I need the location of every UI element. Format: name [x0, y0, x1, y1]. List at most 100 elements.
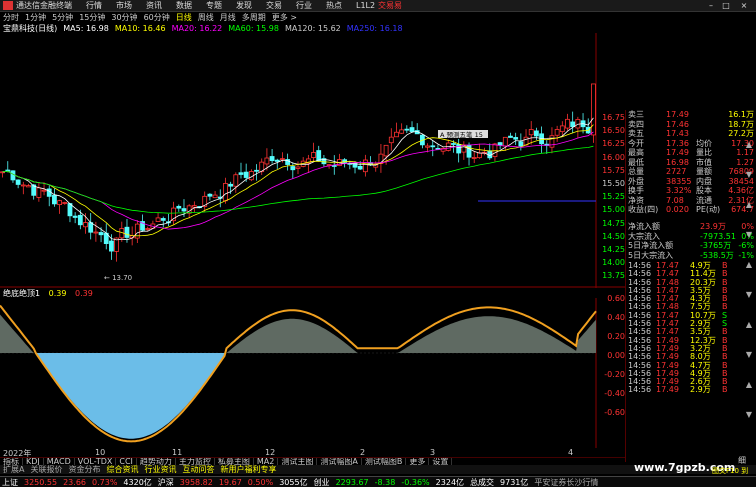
extension-tab[interactable]: 行业资讯	[141, 465, 179, 474]
broker-link[interactable]: 平安证券长沙行情	[534, 477, 598, 487]
scroll-down-icon[interactable]: ▼	[742, 170, 756, 179]
candlestick-series	[0, 83, 596, 262]
indicator-tab[interactable]: MACD	[44, 458, 75, 465]
quote-price: 0.020	[666, 205, 689, 214]
index-label[interactable]: 上证	[2, 477, 18, 487]
extension-tab[interactable]: 扩展A	[0, 465, 27, 474]
indicator-tab[interactable]: 测试幅图B	[362, 458, 407, 465]
app-title: 通达信金融终端	[16, 1, 72, 10]
indicator-tab[interactable]: 更多	[406, 458, 430, 465]
candle-body	[52, 194, 57, 205]
indicator-legend: 绝底绝顶1 0.39 0.39	[3, 288, 99, 298]
period-tab[interactable]: 1分钟	[25, 12, 46, 23]
flow-key: 净流入额	[628, 222, 660, 231]
flow-row: 5日净流入额 -3765万 -6%	[628, 241, 754, 250]
period-tab[interactable]: 5分钟	[52, 12, 73, 23]
index-label[interactable]: 创业	[314, 477, 330, 487]
period-tab[interactable]: 分时	[3, 12, 19, 23]
candle-body	[399, 129, 405, 134]
candle-body	[36, 187, 42, 198]
flow-key: 5日大宗流入	[628, 250, 674, 260]
indicator-tab[interactable]: 指标	[0, 458, 23, 465]
indicator-scale-label: 0.20	[607, 332, 625, 341]
candle-body	[223, 183, 228, 202]
period-tab[interactable]: 15分钟	[79, 12, 105, 23]
trade-list[interactable]: 14:56 17.47 4.9万 B 14:56 17.47 11.4万 B 14:…	[626, 261, 756, 395]
total-value: 9731亿	[500, 477, 529, 487]
menu-shichang[interactable]: 市场	[116, 0, 132, 11]
close-icon[interactable]: ×	[738, 0, 750, 11]
minimize-icon[interactable]: –	[705, 0, 717, 11]
candle-body	[295, 166, 301, 169]
menu-discover[interactable]: 发现	[236, 0, 252, 11]
indicator-tab[interactable]: 主力监控	[176, 458, 215, 465]
prediction-box[interactable]: A 预测五笔 15	[438, 130, 488, 139]
menu-industry[interactable]: 行业	[296, 0, 312, 11]
kline-chart[interactable]: ← 13.70 A 预测五笔 15	[0, 33, 625, 288]
candle-body	[124, 226, 130, 238]
maximize-icon[interactable]: □	[720, 0, 732, 11]
indicator-chart[interactable]	[0, 298, 625, 448]
indicator-tab[interactable]: CCI	[116, 458, 137, 465]
scroll-down-icon[interactable]: ▼	[742, 230, 756, 239]
menu-hot[interactable]: 热点	[326, 0, 342, 11]
scroll-down-icon[interactable]: ▼	[742, 350, 756, 359]
period-tab-daily[interactable]: 日线	[176, 12, 192, 23]
f10-link[interactable]: 图文F10 到	[712, 466, 748, 476]
scroll-up-icon[interactable]: ▲	[742, 140, 756, 149]
index-change: -8.38	[374, 477, 396, 487]
total-label: 总成交	[470, 477, 495, 487]
period-tab[interactable]: 多周期	[242, 12, 266, 23]
period-tab[interactable]: 周线	[198, 12, 214, 23]
menu-topic[interactable]: 专题	[206, 0, 222, 11]
quote-key: 换手	[628, 186, 644, 195]
period-tab[interactable]: 30分钟	[111, 12, 137, 23]
index-pct: -0.36%	[401, 477, 430, 487]
detail-tab[interactable]: 细	[738, 455, 746, 466]
indicator-tab[interactable]: MA2	[254, 458, 279, 465]
index-label[interactable]: 沪深	[158, 477, 174, 487]
scroll-down-icon[interactable]: ▼	[742, 410, 756, 419]
price-scale-label: 13.75	[602, 271, 625, 281]
menu-trade[interactable]: 交易	[266, 0, 282, 11]
quote-price: 3.32%	[666, 186, 692, 195]
indicator-tab[interactable]: 测试幅图A	[317, 458, 362, 465]
extension-tab[interactable]: 互动问答	[179, 465, 217, 474]
ma-legend-item: MA5: 16.98	[63, 23, 109, 33]
date-tick-label: 2	[360, 448, 366, 457]
candle-body	[316, 150, 322, 162]
menu-news[interactable]: 资讯	[146, 0, 162, 11]
quote-key2: 量额	[696, 167, 712, 176]
scroll-up-icon[interactable]: ▲	[742, 200, 756, 209]
low-annotation: ← 13.70	[104, 274, 132, 282]
index-value: 3250.55	[24, 477, 58, 487]
extension-tab[interactable]: 综合资讯	[103, 465, 141, 474]
indicator-tab[interactable]: 趋势动力	[137, 458, 176, 465]
period-tab[interactable]: 月线	[220, 12, 236, 23]
candle-body	[228, 183, 234, 187]
scroll-up-icon[interactable]: ▲	[742, 320, 756, 329]
candle-body	[357, 165, 363, 170]
menu-l1l2[interactable]: L1L2	[356, 1, 375, 10]
candle-body	[88, 222, 94, 233]
extension-tab[interactable]: 关联报价	[27, 465, 65, 474]
indicator-tab[interactable]: 设置	[429, 458, 453, 465]
scroll-up-icon[interactable]: ▲	[742, 380, 756, 389]
menu-data[interactable]: 数据	[176, 0, 192, 11]
scroll-down-icon[interactable]: ▼	[742, 290, 756, 299]
indicator-tab[interactable]: VOL-TDX	[75, 458, 117, 465]
menu-market[interactable]: 行情	[86, 0, 102, 11]
period-tab-more[interactable]: 更多 >	[272, 12, 297, 23]
candle-body	[62, 202, 68, 204]
candle-body	[93, 231, 99, 234]
trade-mode-label[interactable]: 交易易	[378, 0, 402, 11]
candle-body	[207, 193, 213, 197]
extension-tab[interactable]: 新用户福利专享	[217, 465, 279, 474]
indicator-tab[interactable]: 私募主图	[215, 458, 254, 465]
indicator-scale-label: -0.20	[604, 370, 625, 379]
scroll-up-icon[interactable]: ▲	[742, 260, 756, 269]
indicator-tab[interactable]: 测试主图	[278, 458, 318, 465]
indicator-tab[interactable]: KDJ	[23, 458, 44, 465]
period-tab[interactable]: 60分钟	[144, 12, 170, 23]
extension-tab[interactable]: 资金分布	[65, 465, 103, 474]
